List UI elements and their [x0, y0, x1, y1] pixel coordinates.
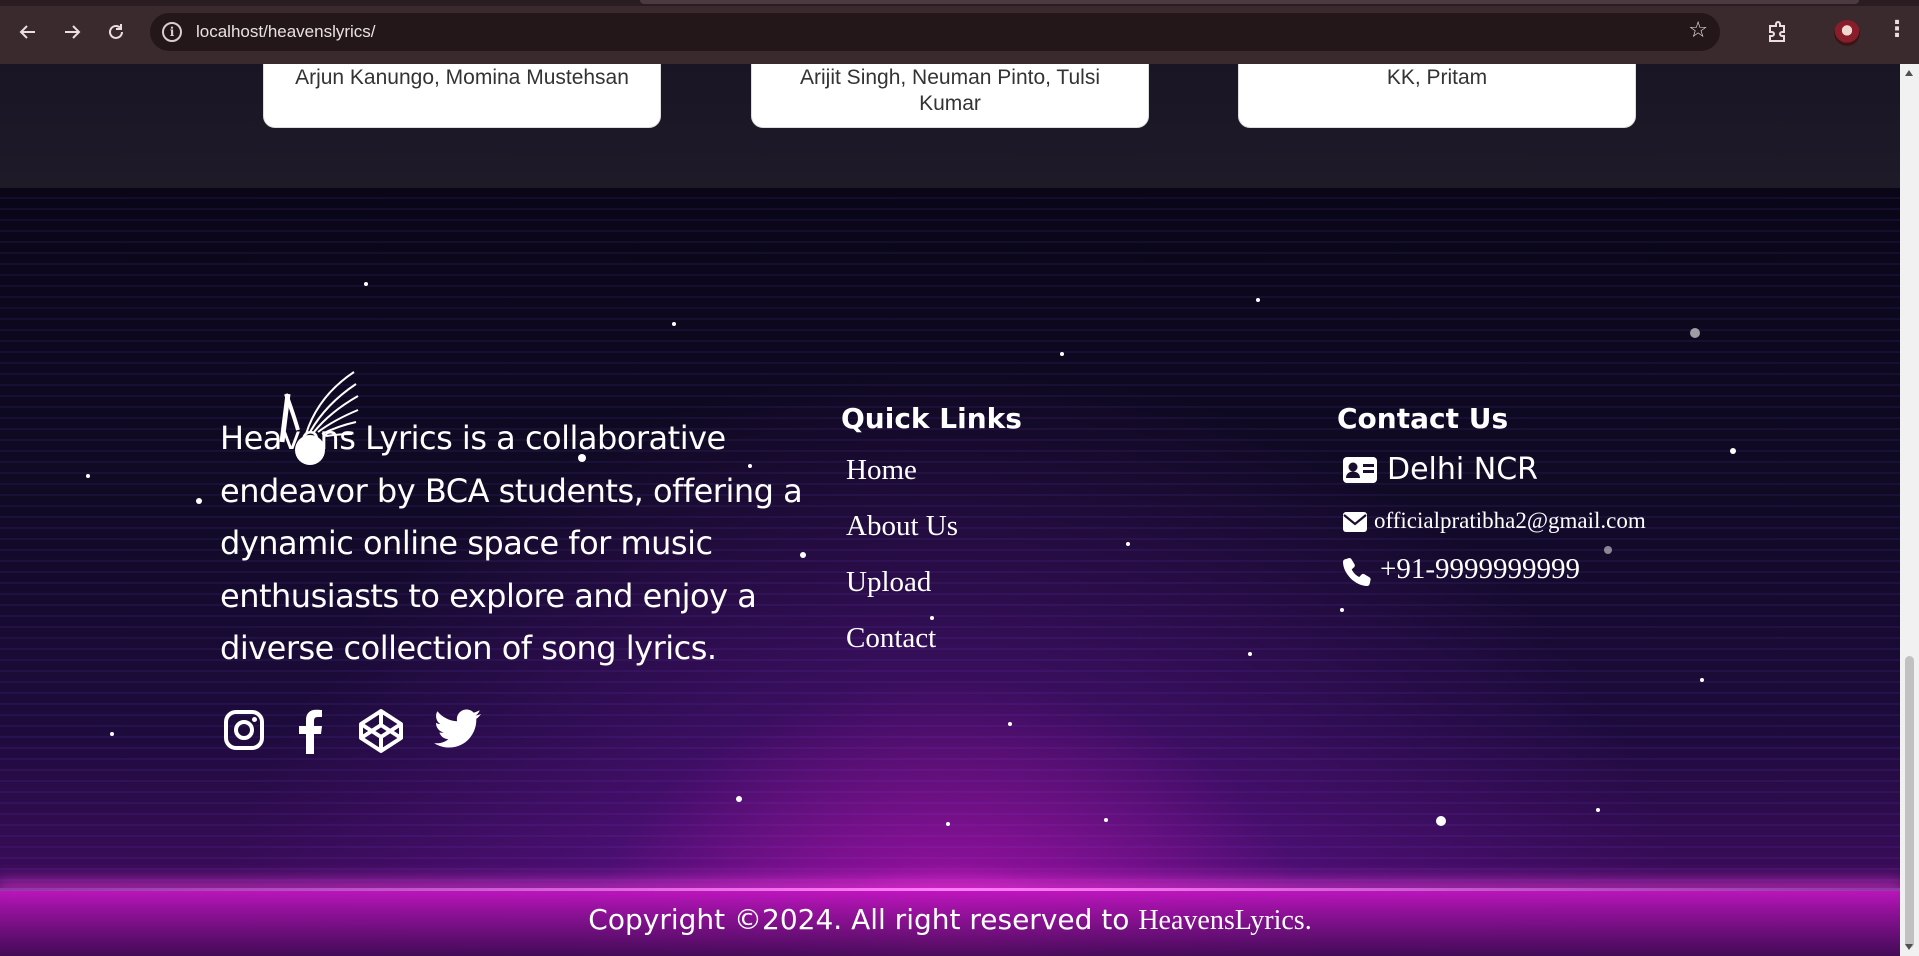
star-decoration	[1104, 818, 1108, 822]
star-decoration	[1126, 542, 1130, 546]
about-description: Heavens Lyrics is a collaborative endeav…	[220, 419, 803, 667]
contact-location: Delhi NCR	[1342, 452, 1642, 488]
star-decoration	[1596, 808, 1600, 812]
star-decoration	[672, 322, 676, 326]
scroll-up-arrow-icon[interactable]	[1905, 70, 1913, 76]
contact-us-title: Contact Us	[1337, 402, 1509, 435]
scroll-down-arrow-icon[interactable]	[1905, 944, 1913, 950]
page-scrollbar[interactable]	[1900, 64, 1919, 956]
bookmark-star-icon[interactable]: ☆	[1688, 18, 1708, 43]
contact-phone-text[interactable]: +91-9999999999	[1380, 553, 1580, 586]
star-decoration	[1248, 652, 1252, 656]
more-menu-icon[interactable]: ⋮	[1886, 17, 1908, 42]
quick-link-upload[interactable]: Upload	[846, 566, 931, 599]
quick-links-title: Quick Links	[841, 402, 1022, 435]
star-decoration	[86, 474, 90, 478]
star-decoration	[946, 822, 950, 826]
star-decoration	[1340, 608, 1344, 612]
song-artists: KK, Pritam	[1386, 66, 1488, 89]
contact-location-text: Delhi NCR	[1387, 452, 1539, 487]
star-decoration	[110, 732, 114, 736]
envelope-icon	[1343, 512, 1367, 532]
copyright-bar: Copyright ©2024. All right reserved to H…	[0, 888, 1900, 953]
quick-link-contact[interactable]: Contact	[846, 622, 936, 655]
song-card[interactable]: KK, Pritam	[1238, 64, 1636, 128]
star-decoration	[196, 498, 202, 504]
profile-avatar[interactable]	[1834, 20, 1860, 46]
star-decoration	[1008, 722, 1012, 726]
song-card[interactable]: Arijit Singh, Neuman Pinto, Tulsi Kumar	[751, 64, 1149, 128]
address-bar[interactable]: i localhost/heavenslyrics/ ☆	[150, 13, 1720, 51]
star-decoration	[736, 796, 742, 802]
star-decoration	[364, 282, 368, 286]
arrow-right-icon	[65, 25, 81, 39]
song-artists: Arjun Kanungo, Momina Mustehsan	[295, 66, 629, 89]
songs-section: Arjun Kanungo, Momina Mustehsan Arijit S…	[0, 64, 1900, 188]
copyright-brand: HeavensLyrics.	[1138, 905, 1312, 936]
url-text[interactable]: localhost/heavenslyrics/	[196, 22, 376, 42]
star-decoration	[930, 616, 934, 620]
quick-link-about[interactable]: About Us	[846, 510, 958, 543]
back-button[interactable]	[14, 18, 42, 46]
star-decoration	[1436, 816, 1446, 826]
phone-icon	[1343, 558, 1371, 586]
star-decoration	[1690, 328, 1700, 338]
twitter-icon[interactable]	[434, 708, 482, 754]
facebook-icon[interactable]	[294, 708, 340, 754]
star-decoration	[1700, 678, 1704, 682]
forward-button[interactable]	[58, 18, 86, 46]
instagram-icon[interactable]	[222, 708, 268, 754]
active-tab-edge	[640, 0, 1859, 4]
contact-email[interactable]: officialpratibha2@gmail.com	[1342, 508, 1722, 538]
star-decoration	[1256, 298, 1260, 302]
scrollbar-thumb[interactable]	[1905, 656, 1914, 948]
star-decoration	[1060, 352, 1064, 356]
browser-toolbar: i localhost/heavenslyrics/ ☆ ⋮	[0, 0, 1919, 64]
song-card[interactable]: Arjun Kanungo, Momina Mustehsan	[263, 64, 661, 128]
reload-button[interactable]	[102, 18, 130, 46]
song-artists: Arijit Singh, Neuman Pinto, Tulsi Kumar	[800, 66, 1100, 115]
address-card-icon	[1343, 457, 1377, 483]
page-viewport: Arjun Kanungo, Momina Mustehsan Arijit S…	[0, 64, 1900, 956]
arrow-left-icon	[19, 25, 35, 39]
copyright-text: Copyright ©2024. All right reserved to	[588, 903, 1139, 936]
codepen-icon[interactable]	[358, 708, 404, 754]
extensions-icon[interactable]	[1766, 20, 1790, 44]
star-decoration	[1730, 448, 1736, 454]
site-footer: Heavens Lyrics is a collaborative endeav…	[0, 188, 1900, 956]
site-info-icon[interactable]: i	[162, 22, 182, 42]
contact-email-text[interactable]: officialpratibha2@gmail.com	[1374, 508, 1646, 534]
reload-icon	[109, 24, 123, 39]
quick-link-home[interactable]: Home	[846, 454, 917, 487]
contact-phone[interactable]: +91-9999999999	[1342, 553, 1642, 591]
